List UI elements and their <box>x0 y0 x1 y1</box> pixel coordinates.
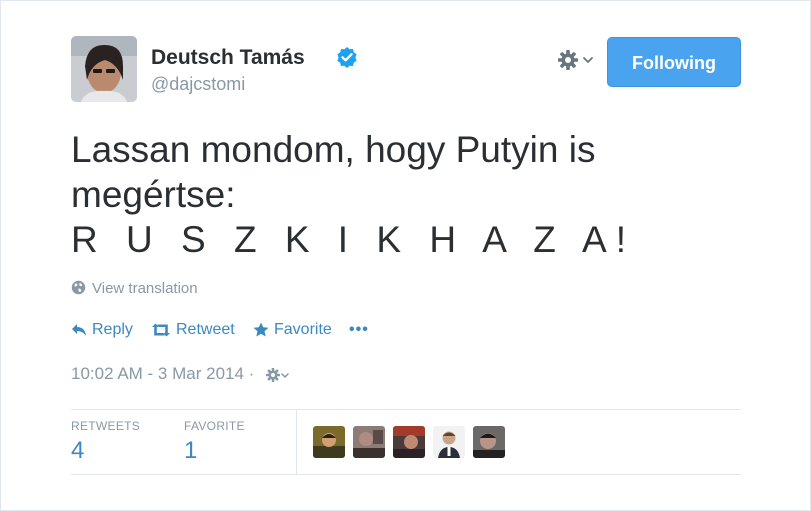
following-button[interactable]: Following <box>607 37 741 87</box>
favorites-count: 1 <box>184 437 198 464</box>
favorite-label: Favorite <box>274 321 332 338</box>
more-options-button[interactable]: ••• <box>349 319 369 341</box>
globe-icon <box>71 280 86 301</box>
timestamp-gear-dropdown[interactable] <box>265 364 295 390</box>
timestamp-text: 10:02 AM - 3 Mar 2014 · <box>71 364 255 383</box>
tweet-text-line-1: Lassan mondom, hogy Putyin is <box>71 129 596 170</box>
favoriter-avatar-2[interactable] <box>353 426 385 458</box>
stats-divider <box>296 410 297 474</box>
verified-badge-icon <box>336 46 358 68</box>
tweet-timestamp[interactable]: 10:02 AM - 3 Mar 2014 · <box>71 363 295 390</box>
tweet-text-line-3: R U S Z K I K H A Z A! <box>71 219 635 260</box>
gear-icon <box>266 368 289 382</box>
gear-icon <box>558 50 593 70</box>
reply-label: Reply <box>92 321 133 338</box>
star-icon <box>253 322 269 337</box>
retweet-icon <box>152 323 170 337</box>
tweet-stats: RETWEETS 4 FAVORITE 1 <box>71 409 741 475</box>
favoriter-avatar-4[interactable] <box>433 426 465 458</box>
user-handle[interactable]: @dajcstomi <box>151 73 245 95</box>
tweet-text: Lassan mondom, hogy Putyin is megértse: … <box>71 127 751 262</box>
favoriter-avatar-1[interactable] <box>313 426 345 458</box>
favorites-label: FAVORITE <box>184 419 245 433</box>
retweet-button[interactable]: Retweet <box>151 319 235 341</box>
favoriter-avatar-5[interactable] <box>473 426 505 458</box>
reply-button[interactable]: Reply <box>71 319 133 341</box>
favorites-stat[interactable]: FAVORITE 1 <box>184 418 245 466</box>
view-translation-link[interactable]: View translation <box>71 279 198 301</box>
tweet-card: Deutsch Tamás @dajcstomi Following Lassa… <box>0 0 811 511</box>
user-name[interactable]: Deutsch Tamás <box>151 46 305 70</box>
user-avatar[interactable] <box>71 36 137 102</box>
retweets-label: RETWEETS <box>71 419 141 433</box>
favoriter-avatar-3[interactable] <box>393 426 425 458</box>
reply-icon <box>72 324 86 336</box>
retweet-label: Retweet <box>176 321 235 338</box>
view-translation-label: View translation <box>92 280 198 297</box>
retweets-stat[interactable]: RETWEETS 4 <box>71 418 140 466</box>
tweet-text-line-2: megértse: <box>71 174 236 215</box>
user-actions-dropdown[interactable] <box>557 47 597 75</box>
favorite-button[interactable]: Favorite <box>253 319 332 341</box>
retweets-count: 4 <box>71 437 85 464</box>
